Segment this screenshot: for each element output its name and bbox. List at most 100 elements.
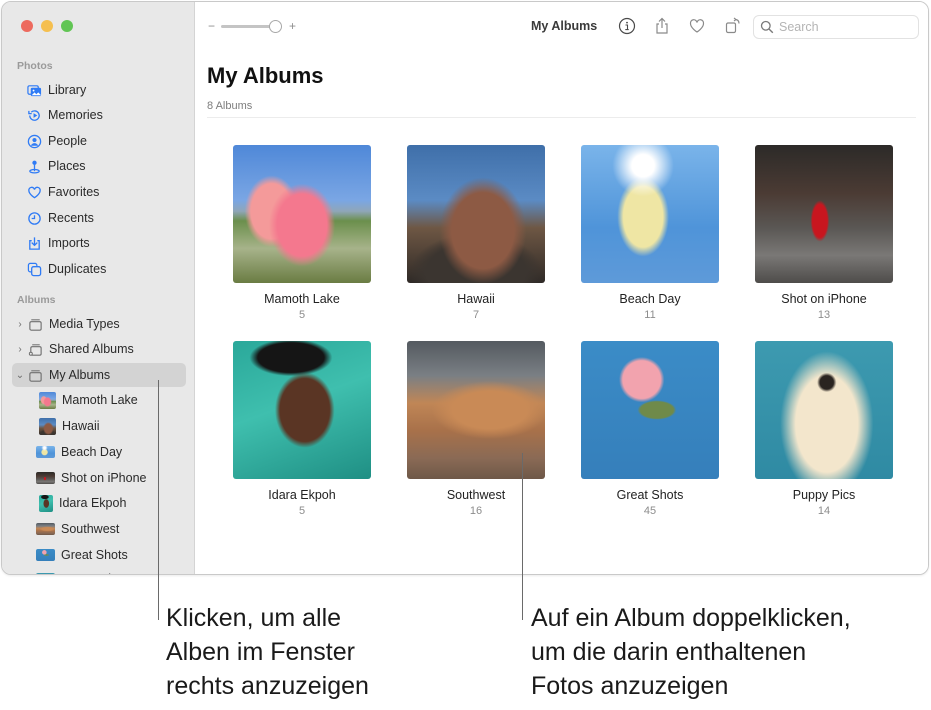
album-photo-count: 13: [817, 309, 831, 321]
album-name: Mamoth Lake: [264, 292, 340, 306]
album-card-puppy-pics[interactable]: Puppy Pics 14: [755, 341, 893, 517]
sidebar-item-label: My Albums: [49, 368, 111, 382]
album-card-idara-ekpoh[interactable]: Idara Ekpoh 5: [233, 341, 371, 517]
sidebar-album-idara-ekpoh[interactable]: Idara Ekpoh: [39, 492, 126, 514]
album-thumbnail: [39, 391, 56, 409]
page-title: My Albums: [207, 63, 324, 88]
album-thumbnail: [39, 494, 53, 512]
album-thumbnail: [39, 417, 56, 435]
sidebar-album-puppy-pics[interactable]: Puppy Pics: [36, 568, 124, 574]
sidebar-album-beach-day[interactable]: Beach Day: [36, 441, 122, 463]
sidebar-album-mamoth-lake[interactable]: Mamoth Lake: [39, 389, 138, 411]
search-field[interactable]: [753, 15, 919, 39]
album-photo-count: 5: [298, 309, 306, 321]
sidebar-item-people[interactable]: People: [12, 129, 186, 153]
album-name: Idara Ekpoh: [268, 488, 336, 502]
sidebar-item-label: Idara Ekpoh: [59, 496, 127, 510]
sidebar-item-shared-albums[interactable]: › Shared Albums: [12, 337, 186, 361]
imports-icon: [26, 235, 42, 251]
chevron-down-icon[interactable]: ⌄: [15, 370, 25, 381]
search-icon: [760, 20, 774, 34]
favorite-icon[interactable]: [687, 16, 707, 36]
album-card-shot-on-iphone[interactable]: Shot on iPhone 13: [755, 145, 893, 321]
sidebar: Photos Library Memories People Places Fa…: [2, 2, 195, 574]
album-card-great-shots[interactable]: Great Shots 45: [581, 341, 719, 517]
album-cover[interactable]: [407, 145, 545, 283]
album-name: Beach Day: [619, 292, 681, 306]
album-cover[interactable]: [233, 341, 371, 479]
album-name: Hawaii: [457, 292, 495, 306]
sidebar-item-label: Imports: [48, 236, 90, 250]
sidebar-item-duplicates[interactable]: Duplicates: [12, 257, 186, 281]
sidebar-item-label: Puppy Pics: [61, 572, 124, 574]
zoom-button[interactable]: [61, 20, 73, 32]
chevron-right-icon[interactable]: ›: [15, 319, 25, 330]
divider: [207, 117, 916, 118]
sidebar-item-imports[interactable]: Imports: [12, 231, 186, 255]
sidebar-item-label: Hawaii: [62, 419, 100, 433]
album-thumbnail: [36, 573, 55, 574]
album-thumbnail: [36, 472, 55, 484]
info-icon[interactable]: [617, 16, 637, 36]
chevron-right-icon[interactable]: ›: [15, 344, 25, 355]
search-input[interactable]: [779, 20, 909, 34]
sidebar-item-recents[interactable]: Recents: [12, 206, 186, 230]
zoom-out-icon[interactable]: −: [208, 19, 215, 33]
sidebar-album-great-shots[interactable]: Great Shots: [36, 544, 128, 566]
share-icon[interactable]: [652, 16, 672, 36]
album-count-label: 8 Albums: [207, 100, 253, 112]
album-stack-icon: [27, 316, 43, 332]
album-thumbnail: [36, 446, 55, 458]
sidebar-item-places[interactable]: Places: [12, 154, 186, 178]
callout-text-left: Klicken, um alle Alben im Fenster rechts…: [166, 604, 369, 700]
zoom-slider-knob[interactable]: [269, 19, 283, 33]
zoom-slider-track[interactable]: [221, 19, 283, 33]
zoom-in-icon[interactable]: +: [289, 19, 296, 33]
sidebar-item-library[interactable]: Library: [12, 78, 186, 102]
album-card-southwest[interactable]: Southwest 16: [407, 341, 545, 517]
album-thumbnail: [36, 549, 55, 561]
toolbar: − + My Albums: [196, 2, 928, 52]
sidebar-item-my-albums[interactable]: ⌄ My Albums: [12, 363, 186, 387]
zoom-slider[interactable]: − +: [208, 19, 296, 33]
album-photo-count: 7: [472, 309, 480, 321]
memories-icon: [26, 107, 42, 123]
album-cover[interactable]: [755, 341, 893, 479]
sidebar-item-label: Places: [48, 159, 86, 173]
callout-text-right: Auf ein Album doppelklicken, um die dari…: [531, 604, 851, 700]
album-card-mamoth-lake[interactable]: Mamoth Lake 5: [233, 145, 371, 321]
album-stack-icon: [27, 367, 43, 383]
favorites-icon: [26, 184, 42, 200]
album-card-beach-day[interactable]: Beach Day 11: [581, 145, 719, 321]
album-card-hawaii[interactable]: Hawaii 7: [407, 145, 545, 321]
album-photo-count: 16: [469, 505, 483, 517]
album-photo-count: 14: [817, 505, 831, 517]
sidebar-item-media-types[interactable]: › Media Types: [12, 312, 186, 336]
sidebar-album-hawaii[interactable]: Hawaii: [39, 415, 100, 437]
close-button[interactable]: [21, 20, 33, 32]
album-cover[interactable]: [581, 341, 719, 479]
sidebar-item-label: Mamoth Lake: [62, 393, 138, 407]
sidebar-item-label: Favorites: [48, 185, 100, 199]
sidebar-item-label: Duplicates: [48, 262, 107, 276]
rotate-icon[interactable]: [723, 16, 743, 36]
callout-line-left: [158, 380, 159, 620]
album-cover[interactable]: [407, 341, 545, 479]
album-photo-count: 11: [644, 309, 656, 321]
album-name: Shot on iPhone: [781, 292, 867, 306]
shared-album-icon: [27, 341, 43, 357]
minimize-button[interactable]: [41, 20, 53, 32]
sidebar-album-southwest[interactable]: Southwest: [36, 518, 119, 540]
library-icon: [26, 82, 42, 98]
album-cover[interactable]: [755, 145, 893, 283]
section-label-albums: Albums: [17, 294, 56, 306]
album-cover[interactable]: [233, 145, 371, 283]
album-thumbnail: [36, 523, 55, 535]
album-cover[interactable]: [581, 145, 719, 283]
people-icon: [26, 133, 42, 149]
sidebar-item-favorites[interactable]: Favorites: [12, 180, 186, 204]
sidebar-album-shot-on-iphone[interactable]: Shot on iPhone: [36, 467, 147, 489]
places-icon: [26, 158, 42, 174]
sidebar-item-label: Great Shots: [61, 548, 128, 562]
sidebar-item-memories[interactable]: Memories: [12, 103, 186, 127]
